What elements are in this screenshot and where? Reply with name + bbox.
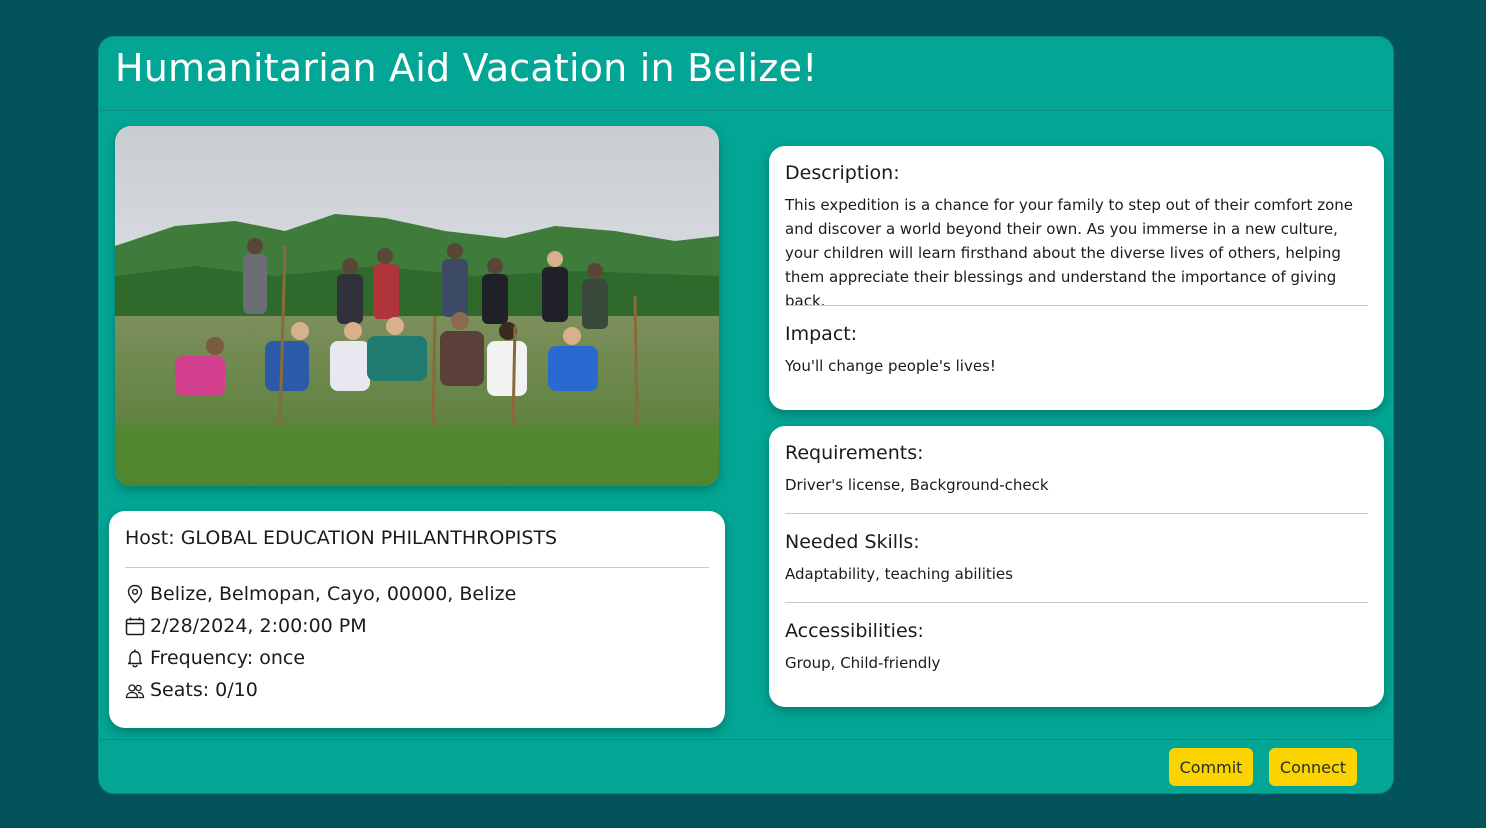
requirements-card: Requirements: Driver's license, Backgrou… [769,426,1384,707]
requirements-body: Driver's license, Background-check [785,476,1049,494]
calendar-icon [125,617,145,636]
date-text: 2/28/2024, 2:00:00 PM [150,615,367,637]
divider [785,602,1368,603]
requirements-title: Requirements: [785,442,924,464]
divider [785,305,1368,306]
divider [125,567,709,568]
bell-icon [127,649,143,668]
date-row: 2/28/2024, 2:00:00 PM [125,615,367,637]
frequency-row: Frequency: once [125,647,305,669]
modal-footer: Commit Connect [99,739,1393,795]
map-pin-icon [127,584,143,604]
page-title: Humanitarian Aid Vacation in Belize! [115,46,818,90]
connect-button[interactable]: Connect [1269,748,1357,786]
seats-text: Seats: 0/10 [150,679,258,701]
description-card: Description: This expedition is a chance… [769,146,1384,410]
skills-body: Adaptability, teaching abilities [785,565,1013,583]
host-card: Host: GLOBAL EDUCATION PHILANTHROPISTS B… [109,511,725,728]
frequency-text: Frequency: once [150,647,306,669]
modal-header: Humanitarian Aid Vacation in Belize! [99,37,1393,111]
skills-title: Needed Skills: [785,531,920,553]
accessibilities-title: Accessibilities: [785,620,924,642]
impact-title: Impact: [785,323,858,345]
location-row: Belize, Belmopan, Cayo, 00000, Belize [125,583,516,605]
opportunity-modal: Humanitarian Aid Vacation in Belize! Hos… [98,36,1394,794]
host-name: Host: GLOBAL EDUCATION PHILANTHROPISTS [125,527,558,549]
accessibilities-body: Group, Child-friendly [785,654,941,672]
description-body: This expedition is a chance for your fam… [785,196,1353,310]
people-icon [125,684,145,699]
description-title: Description: [785,162,900,184]
seats-row: Seats: 0/10 [125,679,258,701]
divider [785,513,1368,514]
opportunity-photo [115,126,719,486]
commit-button[interactable]: Commit [1169,748,1253,786]
impact-body: You'll change people's lives! [785,357,996,375]
location-text: Belize, Belmopan, Cayo, 00000, Belize [150,583,517,605]
